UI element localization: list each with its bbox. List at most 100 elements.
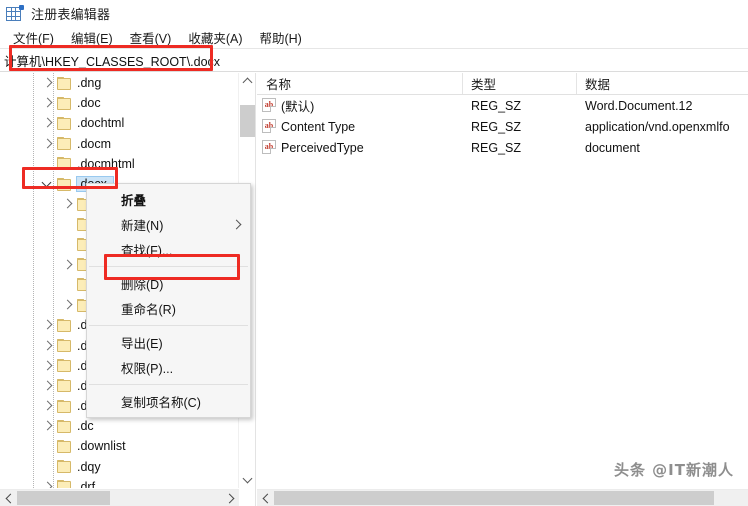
context-menu-item-6[interactable]: 权限(P)... [87, 355, 250, 380]
folder-icon [56, 480, 72, 488]
tree-node-docm[interactable]: .docm [0, 134, 239, 154]
tree-node-dng[interactable]: .dng [0, 73, 239, 93]
chevron-right-icon[interactable] [40, 134, 56, 154]
tree-node-downlist[interactable]: .downlist [0, 436, 239, 456]
chevron-right-icon[interactable] [40, 376, 56, 396]
scroll-left-button[interactable] [0, 490, 17, 506]
value-row[interactable]: ab Content Type REG_SZ application/vnd.open… [257, 116, 748, 137]
folder-icon [56, 419, 72, 433]
chevron-right-icon[interactable] [40, 315, 56, 335]
folder-icon [56, 359, 72, 373]
context-menu-item-0[interactable]: 折叠 [87, 187, 250, 212]
registry-values-panel: 名称 类型 数据 ab (默认) REG_SZ Word.Document.12 ab C… [257, 73, 748, 506]
menu-bar: 文件(F) 编辑(E) 查看(V) 收藏夹(A) 帮助(H) [0, 27, 748, 48]
scroll-down-button[interactable] [239, 471, 255, 488]
chevron-right-icon[interactable] [60, 255, 76, 275]
folder-icon [56, 116, 72, 130]
chevron-down-icon[interactable] [40, 174, 56, 194]
chevron-right-icon[interactable] [40, 113, 56, 133]
value-row[interactable]: ab PerceivedType REG_SZ document [257, 137, 748, 158]
context-menu-item-3[interactable]: 删除(D) [87, 271, 250, 296]
context-menu-item-5[interactable]: 导出(E) [87, 330, 250, 355]
chevron-right-icon [231, 219, 242, 230]
watermark-text: 头条 @IT新潮人 [613, 461, 734, 479]
value-type: REG_SZ [471, 119, 522, 134]
menu-item-favorites[interactable]: 收藏夹(A) [180, 26, 251, 49]
value-data: Word.Document.12 [585, 98, 693, 113]
scroll-left-button[interactable] [257, 490, 274, 506]
scroll-right-button[interactable] [222, 490, 239, 506]
tree-node-dochtml[interactable]: .dochtml [0, 113, 239, 133]
chevron-right-icon[interactable] [40, 336, 56, 356]
value-name: Content Type [281, 119, 356, 134]
address-path-text[interactable]: 计算机\HKEY_CLASSES_ROOT\.docx [0, 51, 220, 70]
window-title: 注册表编辑器 [31, 7, 111, 22]
context-menu-item-2[interactable]: 查找(F)... [87, 237, 250, 262]
chevron-right-icon[interactable] [40, 356, 56, 376]
tree-node-label: .docmhtml [77, 156, 135, 171]
column-header-data[interactable]: 数据 [576, 73, 748, 94]
tree-node-doc[interactable]: .doc [0, 93, 239, 113]
folder-icon [56, 379, 72, 393]
chevron-right-icon[interactable] [60, 194, 76, 214]
chevron-right-icon[interactable] [60, 295, 76, 315]
context-menu-item-label: 新建(N) [121, 219, 164, 233]
value-name: (默认) [281, 100, 315, 114]
menu-item-view[interactable]: 查看(V) [122, 26, 181, 49]
folder-icon [56, 439, 72, 453]
folder-icon [56, 137, 72, 151]
address-bar[interactable]: 计算机\HKEY_CLASSES_ROOT\.docx [0, 48, 748, 72]
chevron-right-icon[interactable] [40, 73, 56, 93]
chevron-right-icon[interactable] [40, 416, 56, 436]
tree-node-label: .downlist [77, 439, 126, 454]
values-horizontal-scroll-thumb[interactable] [274, 491, 714, 505]
values-list[interactable]: ab (默认) REG_SZ Word.Document.12 ab Content Ty… [257, 95, 748, 158]
menu-item-file[interactable]: 文件(F) [5, 26, 63, 49]
context-menu-item-4[interactable]: 重命名(R) [87, 296, 250, 321]
values-horizontal-scrollbar[interactable] [257, 489, 748, 506]
folder-icon [56, 157, 72, 171]
menu-item-edit[interactable]: 编辑(E) [63, 26, 122, 49]
column-header-name[interactable]: 名称 [257, 73, 462, 94]
chevron-right-icon[interactable] [40, 396, 56, 416]
tree-horizontal-scrollbar[interactable] [0, 489, 255, 506]
value-type: REG_SZ [471, 98, 522, 113]
context-menu-item-label: 复制项名称(C) [121, 396, 201, 410]
context-menu-item-7[interactable]: 复制项名称(C) [87, 389, 250, 414]
menu-item-help[interactable]: 帮助(H) [251, 26, 310, 49]
value-data: document [585, 140, 640, 155]
context-menu-item-label: 删除(D) [121, 278, 164, 292]
tree-context-menu[interactable]: 折叠新建(N) 查找(F)... 删除(D) 重命名(R) 导出(E) 权限(P)... 复… [86, 183, 251, 418]
ab-string-icon: ab [262, 98, 276, 112]
folder-icon [56, 96, 72, 110]
value-row[interactable]: ab (默认) REG_SZ Word.Document.12 [257, 95, 748, 116]
title-bar: 注册表编辑器 [0, 0, 748, 27]
registry-grid-icon [6, 5, 24, 22]
tree-node-dqy[interactable]: .dqy [0, 457, 239, 477]
tree-vertical-scroll-thumb[interactable] [240, 105, 255, 137]
chevron-right-icon[interactable] [40, 477, 56, 488]
folder-icon [56, 399, 72, 413]
value-type: REG_SZ [471, 140, 522, 155]
column-header-type[interactable]: 类型 [462, 73, 576, 94]
tree-node-label: .dochtml [77, 116, 125, 131]
context-menu-separator [89, 266, 248, 267]
chevron-right-icon[interactable] [40, 93, 56, 113]
context-menu-item-label: 重命名(R) [121, 303, 176, 317]
context-menu-item-label: 权限(P)... [121, 362, 174, 376]
folder-icon [56, 339, 72, 353]
scroll-up-button[interactable] [239, 73, 255, 90]
tree-node-docmhtml[interactable]: .docmhtml [0, 154, 239, 174]
tree-node-label: .dqy [77, 459, 101, 474]
context-menu-item-1[interactable]: 新建(N) [87, 212, 250, 237]
tree-node-drf[interactable]: .drf [0, 477, 239, 488]
tree-node-dc[interactable]: .dc [0, 416, 239, 436]
tree-horizontal-scroll-thumb[interactable] [17, 491, 110, 505]
context-menu-item-label: 折叠 [121, 194, 147, 208]
folder-icon [56, 177, 72, 191]
tree-node-label: .drf [77, 479, 96, 488]
value-name: PerceivedType [281, 140, 364, 155]
